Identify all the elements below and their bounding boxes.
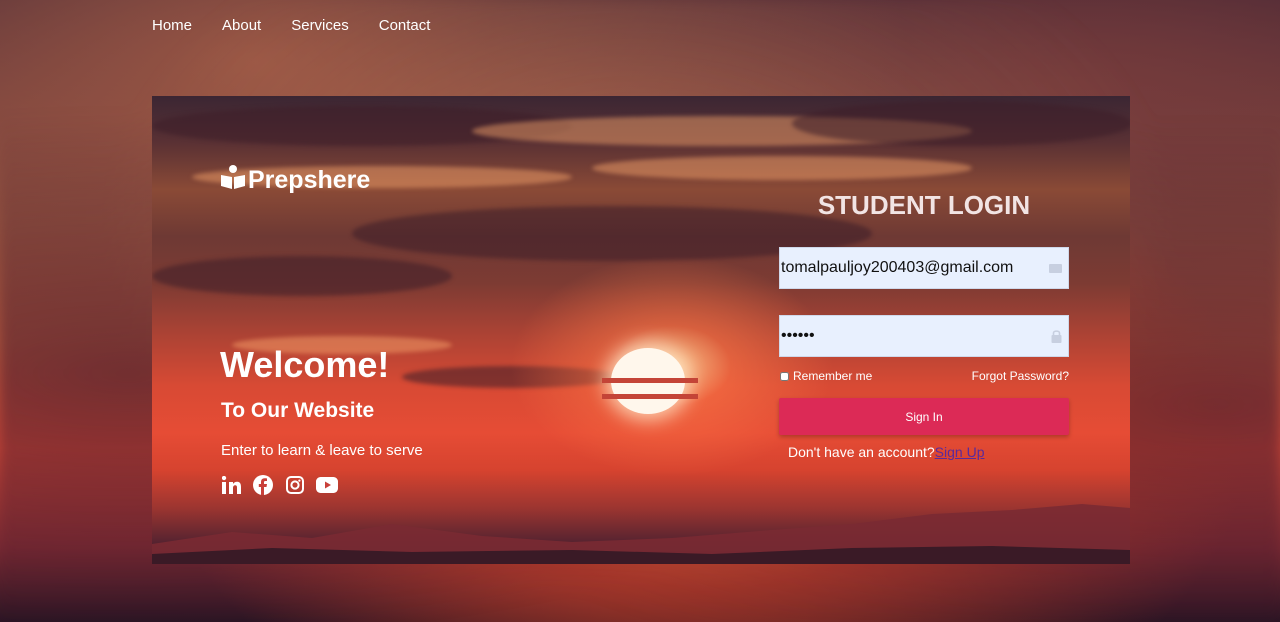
login-card: Prepshere Welcome! To Our Website Enter … [152, 96, 1130, 564]
email-input[interactable] [780, 259, 1031, 277]
remember-me-label: Remember me [793, 369, 873, 383]
forgot-password-link[interactable]: Forgot Password? [969, 369, 1069, 383]
login-title: STUDENT LOGIN [817, 190, 1031, 220]
social-links [220, 474, 338, 496]
brand-name: Prepshere [248, 166, 371, 194]
nav-about[interactable]: About [222, 16, 261, 36]
welcome-heading: Welcome! [220, 344, 390, 385]
mail-icon [1049, 261, 1062, 279]
cloud [792, 101, 1130, 146]
lock-icon [1051, 329, 1062, 348]
password-input[interactable] [780, 327, 1031, 345]
email-field[interactable] [779, 247, 1069, 289]
sign-up-link[interactable]: Sign Up [935, 444, 985, 460]
nav-services[interactable]: Services [291, 16, 349, 36]
youtube-icon[interactable] [316, 474, 338, 496]
nav-contact[interactable]: Contact [379, 16, 431, 36]
top-nav: Home About Services Contact [152, 16, 430, 36]
cloud [592, 156, 972, 180]
signup-prompt: Don't have an account?Sign Up [788, 444, 984, 460]
remember-me[interactable]: Remember me [780, 369, 872, 383]
welcome-subtitle: To Our Website [221, 399, 375, 422]
linkedin-icon[interactable] [220, 474, 242, 496]
password-field[interactable] [779, 315, 1069, 357]
sign-in-button[interactable]: Sign In [779, 398, 1069, 435]
brand-logo[interactable]: Prepshere [220, 164, 370, 197]
cloud [152, 256, 452, 296]
sun-cloud-band [602, 394, 698, 399]
instagram-icon[interactable] [284, 474, 306, 496]
reader-book-icon [220, 164, 246, 197]
nav-home[interactable]: Home [152, 16, 192, 36]
mountain-silhouette [152, 504, 1130, 564]
tagline: Enter to learn & leave to serve [221, 442, 423, 459]
sun-cloud-band [602, 378, 698, 383]
facebook-icon[interactable] [252, 474, 274, 496]
remember-me-checkbox[interactable] [780, 371, 789, 381]
no-account-text: Don't have an account? [788, 444, 935, 460]
